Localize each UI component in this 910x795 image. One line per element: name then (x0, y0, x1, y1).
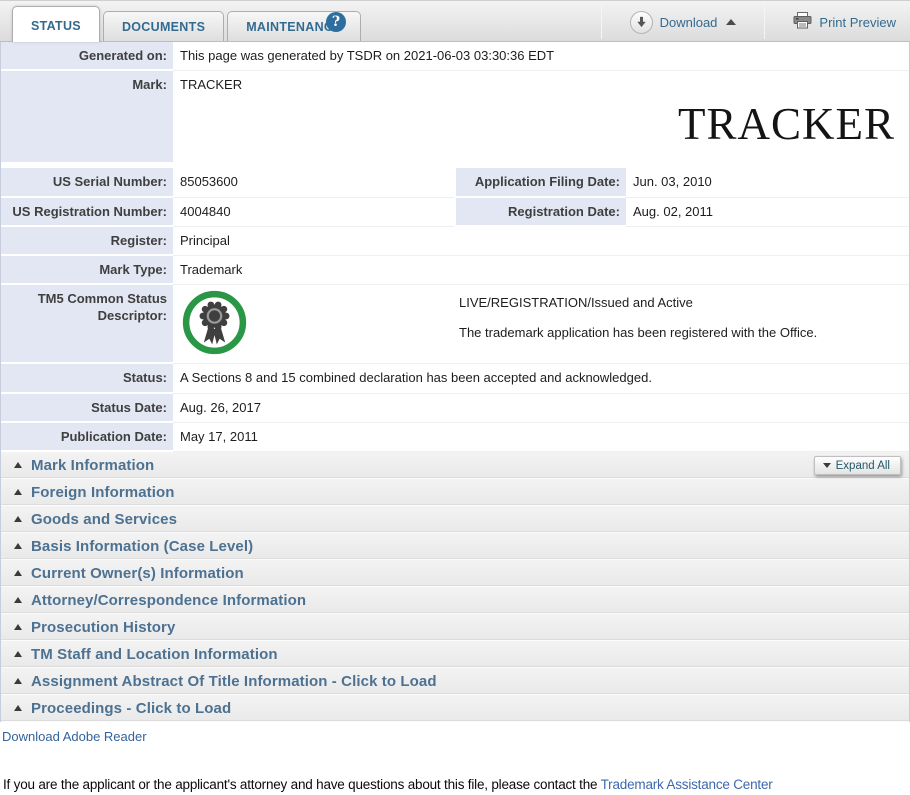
section-title: TM Staff and Location Information (31, 646, 278, 663)
section-current-owners-information[interactable]: Current Owner(s) Information (1, 560, 909, 587)
status-date-value: Aug. 26, 2017 (173, 394, 909, 423)
mark-type-value: Trademark (173, 256, 909, 285)
status-date-row: Status Date: Aug. 26, 2017 (1, 394, 909, 423)
tab-status[interactable]: STATUS (12, 6, 100, 43)
section-title: Proceedings - Click to Load (31, 700, 231, 717)
caret-up-icon (14, 570, 22, 576)
help-icon[interactable]: ? (326, 12, 346, 32)
caret-up-icon (726, 19, 736, 25)
section-title: Assignment Abstract Of Title Information… (31, 673, 437, 690)
tab-bar: STATUS DOCUMENTS MAINTENANCE ? Download (0, 0, 910, 42)
serial-value: 85053600 (173, 168, 454, 197)
publication-date-row: Publication Date: May 17, 2011 (1, 423, 909, 452)
mark-value: TRACKER (173, 71, 909, 93)
tm5-label: TM5 Common Status Descriptor: (1, 285, 173, 364)
print-preview-label: Print Preview (819, 15, 896, 30)
download-adobe-reader-link[interactable]: Download Adobe Reader (2, 729, 147, 744)
contact-text: If you are the applicant or the applican… (3, 777, 601, 792)
registration-date-label: Registration Date: (456, 198, 626, 227)
generated-label: Generated on: (1, 42, 173, 71)
registration-date-value: Aug. 02, 2011 (626, 198, 909, 227)
tm5-text-block: LIVE/REGISTRATION/Issued and Active The … (459, 289, 817, 341)
section-mark-information[interactable]: Mark Information Expand All (1, 452, 909, 479)
tm5-description: The trademark application has been regis… (459, 325, 817, 341)
section-prosecution-history[interactable]: Prosecution History (1, 614, 909, 641)
caret-up-icon (14, 678, 22, 684)
download-icon (630, 11, 653, 34)
status-label: Status: (1, 364, 173, 393)
tab-documents[interactable]: DOCUMENTS (103, 11, 224, 42)
status-panel: Generated on: This page was generated by… (0, 42, 910, 722)
registration-number-label: US Registration Number: (1, 198, 173, 227)
registration-row: US Registration Number: 4004840 Registra… (1, 198, 909, 227)
caret-up-icon (14, 489, 22, 495)
status-row: Status: A Sections 8 and 15 combined dec… (1, 364, 909, 393)
section-foreign-information[interactable]: Foreign Information (1, 479, 909, 506)
status-value: A Sections 8 and 15 combined declaration… (173, 364, 909, 393)
publication-date-label: Publication Date: (1, 423, 173, 452)
generated-row: Generated on: This page was generated by… (1, 42, 909, 71)
section-proceedings[interactable]: Proceedings - Click to Load (1, 695, 909, 722)
tm5-row: TM5 Common Status Descriptor: (1, 285, 909, 364)
mark-type-row: Mark Type: Trademark (1, 256, 909, 285)
caret-up-icon (14, 462, 22, 468)
serial-filing-row: US Serial Number: 85053600 Application F… (1, 168, 909, 197)
register-value: Principal (173, 227, 909, 256)
section-goods-and-services[interactable]: Goods and Services (1, 506, 909, 533)
registration-number-value: 4004840 (173, 198, 454, 227)
filing-date-label: Application Filing Date: (456, 168, 626, 197)
toolbar-divider (601, 5, 602, 39)
publication-date-value: May 17, 2011 (173, 423, 909, 452)
filing-date-value: Jun. 03, 2010 (626, 168, 909, 197)
caret-up-icon (14, 543, 22, 549)
mark-type-label: Mark Type: (1, 256, 173, 285)
download-button[interactable]: Download (616, 11, 751, 34)
register-label: Register: (1, 227, 173, 256)
caret-up-icon (14, 705, 22, 711)
mark-label: Mark: (1, 71, 173, 164)
section-title: Current Owner(s) Information (31, 565, 244, 582)
contact-paragraph: If you are the applicant or the applican… (3, 777, 910, 792)
section-attorney-correspondence-information[interactable]: Attorney/Correspondence Information (1, 587, 909, 614)
award-ribbon-icon (181, 289, 248, 356)
section-title: Mark Information (31, 457, 154, 474)
tab-group: STATUS DOCUMENTS MAINTENANCE (12, 0, 364, 41)
trademark-assistance-center-link[interactable]: Trademark Assistance Center (601, 777, 773, 792)
section-tm-staff-and-location[interactable]: TM Staff and Location Information (1, 641, 909, 668)
status-date-label: Status Date: (1, 394, 173, 423)
section-basis-information[interactable]: Basis Information (Case Level) (1, 533, 909, 560)
section-title: Prosecution History (31, 619, 175, 636)
download-label: Download (660, 15, 718, 30)
tm5-status-line: LIVE/REGISTRATION/Issued and Active (459, 295, 817, 311)
section-title: Attorney/Correspondence Information (31, 592, 306, 609)
caret-up-icon (14, 597, 22, 603)
section-title: Goods and Services (31, 511, 177, 528)
expand-all-label: Expand All (836, 460, 890, 472)
print-preview-button[interactable]: Print Preview (779, 12, 910, 32)
caret-up-icon (14, 516, 22, 522)
section-title: Foreign Information (31, 484, 175, 501)
caret-up-icon (14, 651, 22, 657)
section-assignment-abstract[interactable]: Assignment Abstract Of Title Information… (1, 668, 909, 695)
register-row: Register: Principal (1, 227, 909, 256)
toolbar-divider (764, 5, 765, 39)
mark-image: TRACKER (173, 94, 909, 157)
printer-icon (793, 12, 812, 32)
caret-down-icon (823, 463, 831, 468)
mark-row: Mark: TRACKER TRACKER (1, 71, 909, 164)
serial-label: US Serial Number: (1, 168, 173, 197)
toolbar: Download Print Preview (587, 1, 910, 43)
generated-value: This page was generated by TSDR on 2021-… (173, 42, 909, 71)
caret-up-icon (14, 624, 22, 630)
expand-all-button[interactable]: Expand All (814, 456, 901, 475)
section-title: Basis Information (Case Level) (31, 538, 253, 555)
